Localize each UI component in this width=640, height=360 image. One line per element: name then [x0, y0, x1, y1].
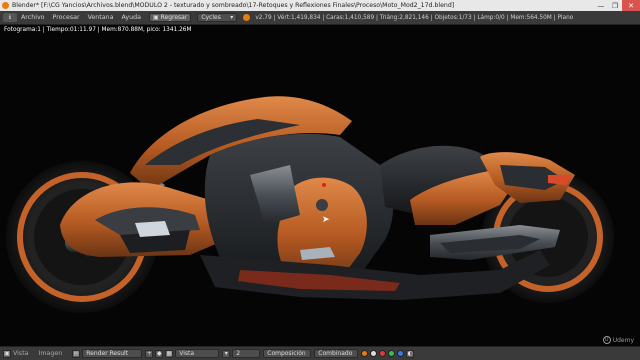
slot-number-field[interactable]: 2: [232, 349, 261, 358]
3d-cursor-marker: [322, 183, 326, 187]
pass-label: Combinado: [318, 350, 353, 357]
menu-ayuda[interactable]: Ayuda: [121, 14, 140, 21]
menu-ventana[interactable]: Ventana: [88, 14, 114, 21]
display-mode-color-icon[interactable]: [361, 350, 369, 357]
image-editor-header: ▣ Vista Imagen ▤ Render Result + ◆ ▦ Vis…: [0, 346, 640, 360]
minimize-button[interactable]: —: [594, 0, 608, 11]
back-button-label: Regresar: [160, 14, 188, 21]
image-editor-type-icon[interactable]: ▣: [3, 349, 11, 358]
slot-toggle-icon[interactable]: ▾: [222, 349, 231, 358]
menu-vista[interactable]: Vista: [13, 350, 29, 357]
editor-type-icon[interactable]: ℹ: [3, 13, 17, 22]
image-browse-icon[interactable]: ▤: [72, 349, 81, 358]
render-slot-icon[interactable]: ◐: [406, 349, 415, 358]
display-mode-alpha-icon[interactable]: [370, 350, 378, 357]
chevron-down-icon: ▾: [230, 14, 234, 21]
menu-archivo[interactable]: Archivo: [21, 14, 45, 21]
watermark-label: Udemy: [612, 336, 634, 344]
layer-label: Composición: [267, 350, 306, 357]
layer-select[interactable]: Composición: [263, 349, 312, 358]
add-image-icon[interactable]: +: [145, 349, 154, 358]
render-engine-select[interactable]: Cycles ▾: [197, 13, 238, 22]
slot-number-label: 2: [236, 350, 241, 357]
view-slot-label: Vista: [179, 350, 195, 357]
channel-green-icon[interactable]: [388, 350, 396, 357]
render-engine-label: Cycles: [201, 14, 221, 21]
render-frame-info: Fotograma:1 | Tiempo:01:11.97 | Mem:870.…: [4, 27, 192, 33]
image-name-field[interactable]: Render Result: [82, 349, 143, 358]
channel-red-icon[interactable]: [379, 350, 387, 357]
blender-version-icon: [243, 14, 251, 21]
maximize-button[interactable]: ❐: [608, 0, 622, 11]
udemy-logo-icon: U: [602, 336, 611, 344]
menu-imagen[interactable]: Imagen: [39, 350, 63, 357]
scene-stats: v2.79 | Vért:1,419,834 | Caras:1,410,589…: [255, 14, 574, 21]
menu-procesar[interactable]: Procesar: [53, 14, 80, 21]
window-title: Blender* [F:\CG Yancios\Archivos.blend\M…: [12, 2, 455, 9]
mouse-pointer-icon: ➤: [322, 215, 330, 225]
window-controls: — ❐ ✕: [594, 0, 640, 11]
blender-logo-icon: [2, 2, 9, 9]
pin-icon[interactable]: ◆: [155, 349, 164, 358]
udemy-watermark: U Udemy: [602, 336, 634, 344]
view-slot-select[interactable]: Vista: [175, 349, 220, 358]
motorcycle-render: [6, 96, 614, 313]
back-button[interactable]: ▣ Regresar: [148, 13, 192, 22]
pass-select[interactable]: Combinado: [314, 349, 359, 358]
channel-blue-icon[interactable]: [397, 350, 405, 357]
close-button[interactable]: ✕: [622, 0, 640, 11]
window-titlebar: Blender* [F:\CG Yancios\Archivos.blend\M…: [0, 0, 640, 11]
info-header: ℹ Archivo Procesar Ventana Ayuda ▣ Regre…: [0, 11, 640, 25]
render-viewport[interactable]: Fotograma:1 | Tiempo:01:11.97 | Mem:870.…: [0, 25, 640, 346]
image-name-label: Render Result: [86, 350, 129, 357]
back-arrow-icon: ▣: [152, 14, 159, 21]
image-icon[interactable]: ▦: [165, 349, 174, 358]
